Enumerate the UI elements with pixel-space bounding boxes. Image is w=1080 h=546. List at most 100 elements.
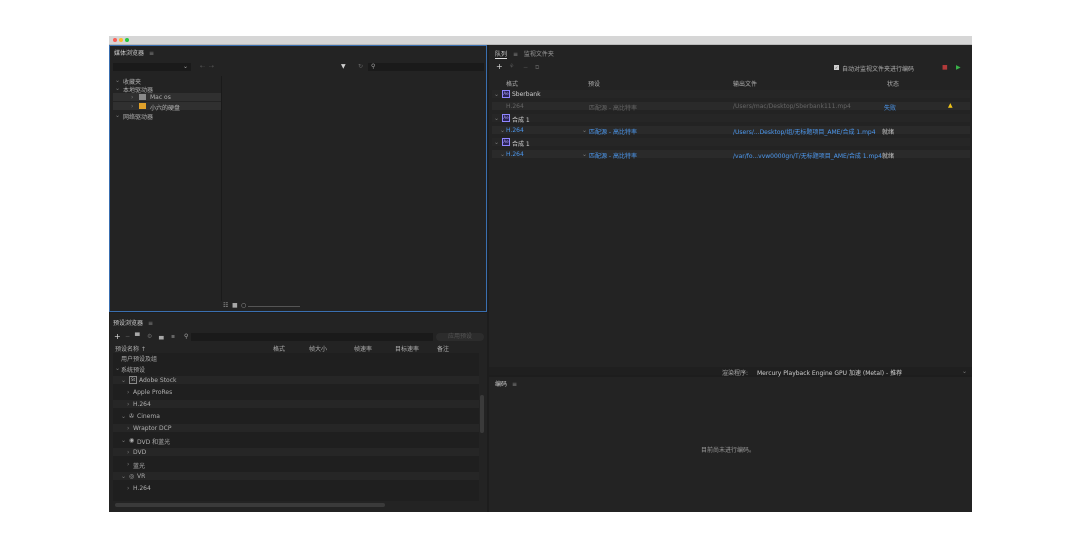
list-item[interactable]: › Apple ProRes (113, 388, 479, 396)
column-notes[interactable]: 备注 (437, 344, 449, 353)
preset-settings-icon[interactable]: ⚙ (147, 334, 152, 340)
encoding-menu-icon[interactable]: ≡ (512, 381, 517, 388)
remove-preset-icon[interactable]: − (125, 334, 130, 340)
checkbox-checked-icon[interactable]: ✓ (834, 65, 839, 70)
app-window: 媒体浏览器 ≡ ⌄ ⇠ ⇢ ▼ ↻ ⚲ ⌄ 收藏夹 ⌄ 本地驱动器 › Mac … (109, 36, 972, 512)
status-badge: 就绪 (882, 153, 895, 160)
vr-icon: ◎ (129, 473, 135, 480)
chevron-down-icon: ⌄ (182, 63, 188, 70)
media-browser-panel: 媒体浏览器 ≡ ⌄ ⇠ ⇢ ▼ ↻ ⚲ ⌄ 收藏夹 ⌄ 本地驱动器 › Mac … (109, 45, 487, 312)
queue-menu-icon[interactable]: ≡ (513, 51, 518, 58)
column-format: 格式 (506, 81, 519, 88)
tree-item-local-drives[interactable]: ⌄ 本地驱动器 (113, 84, 221, 94)
add-output-icon[interactable]: ⚘ (509, 64, 514, 70)
empty-encoding-message: 目前尚未进行编码。 (701, 447, 756, 454)
duplicate-icon[interactable]: ⧉ (535, 65, 539, 71)
start-queue-icon[interactable]: ▶ (956, 65, 961, 71)
list-item[interactable]: 用户预设及组 (113, 353, 479, 363)
preset-list-hscrollbar[interactable] (115, 503, 385, 507)
tab-queue[interactable]: 队列 (495, 51, 508, 59)
media-browser-title: 媒体浏览器 (114, 50, 145, 57)
preset-search-input[interactable] (191, 333, 433, 341)
hard-drive-icon (139, 94, 146, 100)
zoom-slider-track[interactable] (248, 306, 300, 307)
status-badge: 失败 (884, 105, 897, 112)
close-window-button[interactable] (113, 38, 117, 42)
filter-icon[interactable]: ▼ (341, 64, 346, 70)
adobe-stock-icon: St (129, 376, 137, 384)
thumbnail-view-icon[interactable]: ■ (232, 303, 238, 309)
list-item[interactable]: ⌄ 系统预设 (113, 364, 479, 374)
panel-menu-icon[interactable]: ≡ (149, 50, 154, 57)
preset-browser-panel: 预设浏览器 ≡ + − ▀ ⚙ ▄ ▪ ⚲ 应用预设 预设名称 ↑ 格式 帧大小… (109, 313, 487, 512)
back-arrow-icon[interactable]: ⇠ (200, 64, 205, 70)
queue-output-row[interactable]: H.264 匹配源 - 高比特率 /Users/mac/Desktop/Sber… (492, 102, 970, 112)
location-dropdown[interactable]: ⌄ (113, 63, 191, 71)
after-effects-icon: Ae (502, 114, 510, 122)
refresh-icon[interactable]: ↻ (358, 64, 363, 70)
column-frame-rate[interactable]: 帧速率 (354, 344, 372, 353)
minimize-window-button[interactable] (119, 38, 123, 42)
preset-list-scrollbar[interactable] (480, 395, 484, 433)
list-item[interactable]: › H.264 (113, 400, 479, 408)
after-effects-icon: Ae (502, 138, 510, 146)
renderer-bar: 渲染程序: Mercury Playback Engine GPU 加速 (Me… (489, 367, 972, 377)
tree-item-external-drive[interactable]: › 小六的硬盘 (113, 102, 221, 112)
tree-item-favorites[interactable]: ⌄ 收藏夹 (113, 76, 221, 86)
preset-browser-title: 预设浏览器 (113, 320, 144, 327)
disc-icon: ◉ (129, 437, 135, 444)
column-target-rate[interactable]: 目标速率 (395, 344, 419, 353)
column-status: 状态 (887, 81, 900, 88)
add-source-icon[interactable]: + (496, 63, 503, 71)
list-item[interactable]: ⌄ St Adobe Stock (113, 376, 479, 384)
search-icon: ⚲ (371, 63, 376, 70)
tab-watch-folders[interactable]: 监视文件夹 (524, 51, 554, 58)
column-preset-name[interactable]: 预设名称 ↑ (115, 344, 146, 353)
column-preset: 预设 (588, 81, 601, 88)
remove-icon[interactable]: − (523, 65, 528, 71)
queue-source-item[interactable]: ⌄ Ae 合成 1 (492, 114, 970, 124)
zoom-window-button[interactable] (125, 38, 129, 42)
preset-search-icon[interactable]: ⚲ (184, 334, 188, 340)
list-item[interactable]: ⌄ ◎ VR (113, 472, 479, 480)
import-preset-icon[interactable]: ▄ (159, 334, 164, 340)
renderer-dropdown[interactable]: Mercury Playback Engine GPU 加速 (Metal) -… (757, 368, 902, 377)
auto-encode-label[interactable]: 自动对监视文件夹进行编码 (842, 64, 914, 73)
list-item[interactable]: ⌄ ✇ Cinema (113, 412, 479, 420)
apply-preset-button[interactable]: 应用预设 (436, 333, 484, 341)
queue-source-item[interactable]: ⌄ Ae 合成 1 (492, 138, 970, 148)
cinema-icon: ✇ (129, 413, 135, 420)
external-drive-icon (139, 103, 146, 109)
media-search-input[interactable]: ⚲ (368, 63, 484, 71)
title-bar (109, 36, 972, 45)
list-item[interactable]: › 蓝光 (113, 460, 479, 470)
queue-output-row[interactable]: ⌄ H.264 ⌄ 匹配源 - 高比特率 /var/fo...vvw0000gn… (492, 150, 970, 160)
queue-panel: 队列 ≡ 监视文件夹 + ⚘ − ⧉ ✓ 自动对监视文件夹进行编码 ■ ▶ 格式… (489, 45, 972, 377)
chevron-down-icon[interactable]: ⌄ (962, 368, 967, 375)
renderer-label: 渲染程序: (722, 370, 749, 377)
add-preset-icon[interactable]: + (114, 333, 121, 341)
list-view-icon[interactable]: ☷ (223, 303, 228, 309)
list-item[interactable]: › Wraptor DCP (113, 424, 479, 432)
list-item[interactable]: ⌄ ◉ DVD 和蓝光 (113, 436, 479, 446)
tree-item-mac-os[interactable]: › Mac os (113, 93, 221, 101)
preset-list: 用户预设及组 ⌄ 系统预设 ⌄ St Adobe Stock › Apple P… (113, 353, 479, 501)
zoom-slider-handle[interactable]: ○ (241, 303, 246, 309)
new-group-icon[interactable]: ▀ (135, 334, 140, 340)
drive-tree: ⌄ 收藏夹 ⌄ 本地驱动器 › Mac os › 小六的硬盘 ⌄ 网络驱动器 (113, 76, 222, 301)
column-frame-size[interactable]: 帧大小 (309, 344, 327, 353)
column-output-file: 输出文件 (733, 81, 758, 88)
list-item[interactable]: › H.264 (113, 484, 479, 492)
preset-panel-menu-icon[interactable]: ≡ (148, 320, 153, 327)
status-badge: 就绪 (882, 129, 895, 136)
queue-source-item[interactable]: ⌄ Ae Sberbank (492, 90, 970, 98)
after-effects-icon: Ae (502, 90, 510, 98)
export-preset-icon[interactable]: ▪ (171, 334, 175, 340)
tree-item-network-drives[interactable]: ⌄ 网络驱动器 (113, 111, 221, 121)
encoding-panel: 编码 ≡ 目前尚未进行编码。 (489, 377, 972, 512)
stop-queue-icon[interactable]: ■ (942, 65, 948, 71)
column-format[interactable]: 格式 (273, 344, 285, 353)
list-item[interactable]: › DVD (113, 448, 479, 456)
queue-output-row[interactable]: ⌄ H.264 ⌄ 匹配源 - 高比特率 /Users/...Desktop/组… (492, 126, 970, 136)
forward-arrow-icon[interactable]: ⇢ (209, 64, 214, 70)
